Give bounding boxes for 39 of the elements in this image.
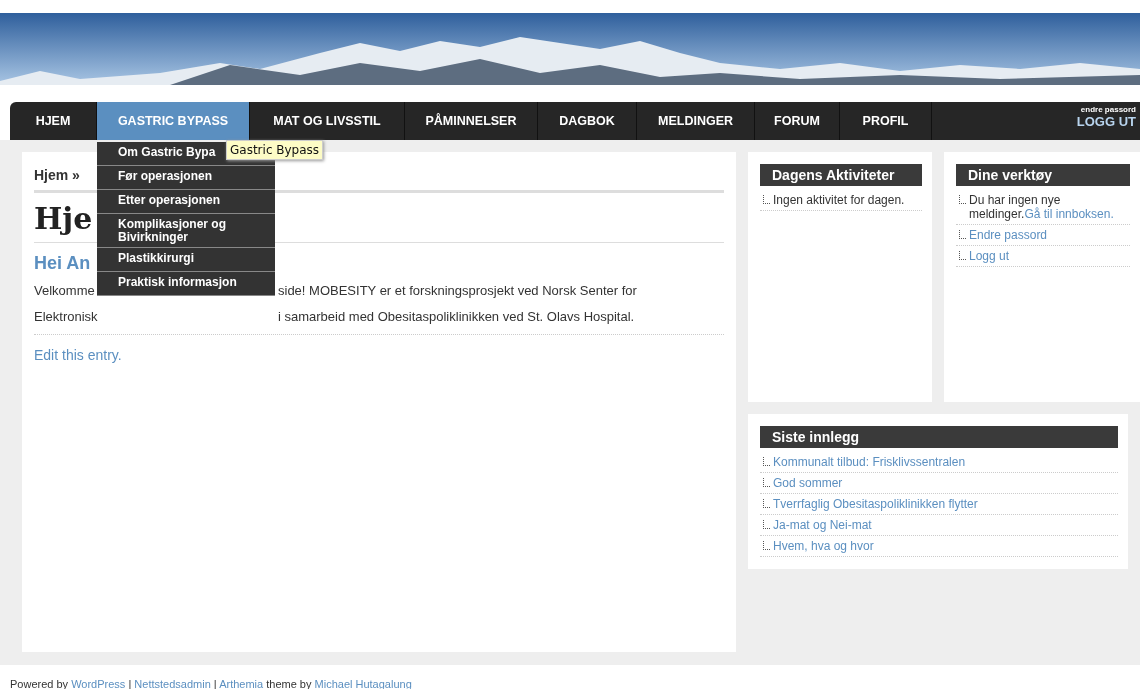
footer-link[interactable]: WordPress <box>71 678 126 689</box>
paragraph-text: i samarbeid med Obesitaspoliklinikken ved St. Olavs Hospital. <box>278 308 635 326</box>
menu-item[interactable]: Praktisk informasjon <box>97 272 275 296</box>
post-link[interactable]: Hvem, hva og hvor <box>773 539 874 553</box>
logout-link[interactable]: LOGG UT <box>1076 114 1136 129</box>
tree-branch-icon <box>763 195 770 204</box>
activity-text: Ingen aktivitet for dagen. <box>773 193 905 207</box>
widget-title: Siste innlegg <box>760 426 1118 448</box>
menu-item[interactable]: Plastikkirurgi <box>97 248 275 272</box>
post-link[interactable]: God sommer <box>773 476 843 490</box>
post-link[interactable]: Kommunalt tilbud: Frisklivssentralen <box>773 455 966 469</box>
greeting-heading: Hei An <box>34 253 91 274</box>
menu-item[interactable]: Før operasjonen <box>97 166 275 190</box>
menu-item[interactable]: Komplikasjoner og Bivirkninger <box>97 214 275 248</box>
tree-branch-icon <box>959 230 966 239</box>
tooltip: Gastric Bypass <box>226 140 324 160</box>
widget-title: Dine verktøy <box>956 164 1130 186</box>
post-link[interactable]: Ja-mat og Nei-mat <box>773 518 872 532</box>
tree-branch-icon <box>763 541 770 550</box>
paragraph-text: side! MOBESITY er et forskningsprosjekt ved Norsk Senter for <box>278 282 637 300</box>
footer-link[interactable]: Nettstedsadmin <box>134 678 211 689</box>
edit-entry-link[interactable]: Edit this entry. <box>34 347 122 363</box>
tree-branch-icon <box>763 478 770 487</box>
menu-item[interactable]: Etter operasjonen <box>97 190 275 214</box>
tree-branch-icon <box>763 499 770 508</box>
tool-link[interactable]: Logg ut <box>969 249 1010 263</box>
tree-branch-icon <box>959 195 966 204</box>
tree-branch-icon <box>763 520 770 529</box>
tool-link[interactable]: Endre passord <box>969 228 1048 242</box>
change-password-link[interactable]: endre passord <box>1080 105 1136 114</box>
tree-branch-icon <box>959 251 966 260</box>
post-link[interactable]: Tverrfaglig Obesitaspoliklinikken flytter <box>773 497 978 511</box>
inbox-link[interactable]: Gå til innboksen. <box>1024 207 1114 221</box>
widget-title: Dagens Aktiviteter <box>760 164 922 186</box>
footer-link[interactable]: Arthemia <box>219 678 264 689</box>
paragraph-text: Elektronisk <box>34 308 99 326</box>
tree-branch-icon <box>763 457 770 466</box>
paragraph-text: Velkomme <box>34 282 96 300</box>
message-text: Du har ingen nye meldinger.Gå til innboksen. <box>969 193 1115 221</box>
